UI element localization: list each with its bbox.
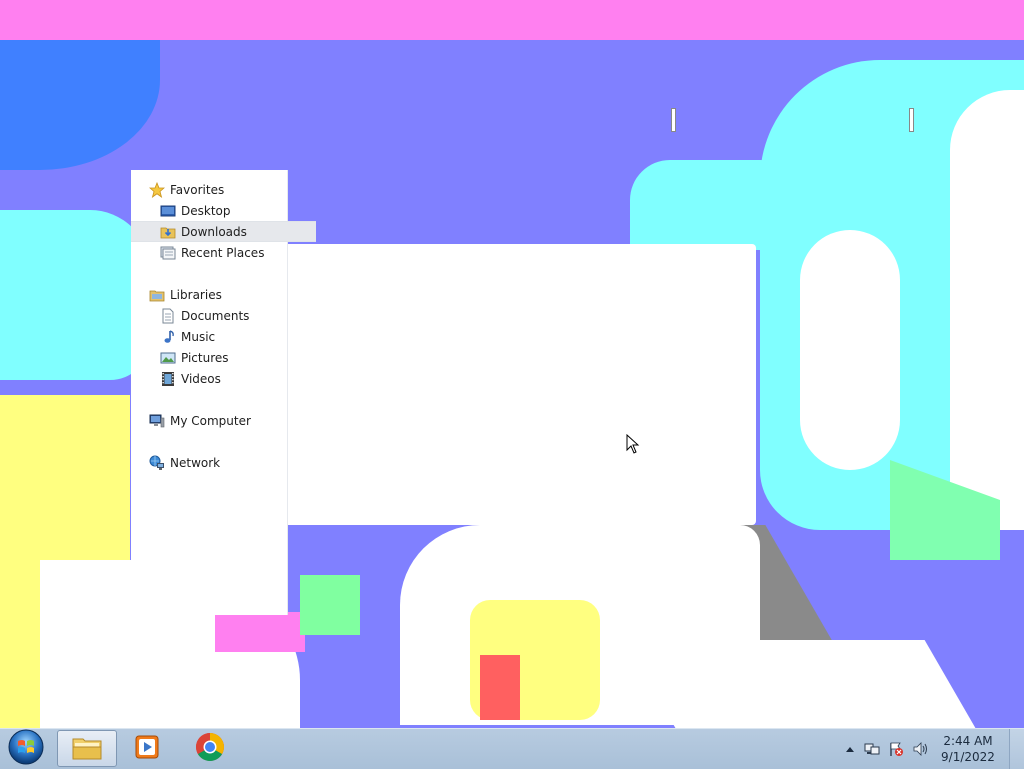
document-icon bbox=[160, 308, 176, 324]
wallpaper-shape bbox=[300, 575, 360, 635]
nav-item-pictures[interactable]: Pictures bbox=[131, 347, 316, 368]
explorer-navigation-pane[interactable]: Favorites Desktop Downloads Recent Place… bbox=[131, 170, 316, 615]
picture-icon bbox=[160, 350, 176, 366]
nav-label: Desktop bbox=[181, 203, 231, 218]
nav-label: Documents bbox=[181, 308, 250, 323]
show-desktop-button[interactable] bbox=[1009, 729, 1024, 769]
nav-item-music[interactable]: Music bbox=[131, 326, 316, 347]
desktop-wallpaper: Favorites Desktop Downloads Recent Place… bbox=[0, 0, 1024, 728]
mouse-pointer-icon bbox=[626, 433, 640, 454]
nav-item-downloads[interactable]: Downloads bbox=[131, 221, 316, 242]
volume-icon[interactable] bbox=[912, 741, 928, 757]
wallpaper-shape bbox=[215, 612, 305, 652]
computer-icon bbox=[149, 413, 165, 429]
nav-item-desktop[interactable]: Desktop bbox=[131, 200, 316, 221]
explorer-content-area[interactable] bbox=[288, 244, 756, 525]
nav-label: Music bbox=[181, 329, 216, 344]
star-icon bbox=[149, 181, 165, 198]
nav-label: Recent Places bbox=[181, 245, 265, 260]
nav-network[interactable]: Network bbox=[131, 452, 305, 473]
wallpaper-shape bbox=[950, 90, 1024, 530]
nav-favorites[interactable]: Favorites bbox=[131, 179, 305, 200]
taskbar: 2:44 AM 9/1/2022 bbox=[0, 728, 1024, 769]
taskbar-explorer-button[interactable] bbox=[57, 730, 117, 767]
nav-item-videos[interactable]: Videos bbox=[131, 368, 316, 389]
nav-label: My Computer bbox=[170, 413, 251, 428]
windows-orb-icon bbox=[8, 729, 44, 769]
nav-label: Downloads bbox=[181, 224, 247, 239]
nav-label: Pictures bbox=[181, 350, 229, 365]
wallpaper-shape bbox=[0, 0, 1024, 40]
taskbar-clock[interactable]: 2:44 AM 9/1/2022 bbox=[938, 733, 998, 765]
clock-date: 9/1/2022 bbox=[941, 750, 995, 764]
wallpaper-mark bbox=[909, 108, 914, 132]
wallpaper-shape bbox=[624, 640, 976, 728]
show-hidden-icons-arrow[interactable] bbox=[842, 741, 858, 757]
nav-item-recent-places[interactable]: Recent Places bbox=[131, 242, 316, 263]
libraries-icon bbox=[149, 287, 165, 303]
nav-label: Network bbox=[170, 455, 221, 470]
nav-label: Videos bbox=[181, 371, 221, 386]
wallpaper-shape bbox=[0, 210, 150, 380]
wallpaper-mark bbox=[671, 108, 676, 132]
network-icon bbox=[149, 455, 165, 471]
start-button[interactable] bbox=[6, 729, 46, 769]
network-tray-icon[interactable] bbox=[864, 741, 880, 757]
explorer-folder-icon bbox=[71, 733, 103, 765]
clock-time: 2:44 AM bbox=[943, 734, 993, 748]
downloads-folder-icon bbox=[160, 224, 176, 240]
nav-item-documents[interactable]: Documents bbox=[131, 305, 316, 326]
desktop-icon bbox=[160, 203, 176, 219]
taskbar-chrome-button[interactable] bbox=[180, 730, 240, 767]
chrome-icon bbox=[195, 732, 225, 766]
system-tray: 2:44 AM 9/1/2022 bbox=[840, 729, 1024, 769]
nav-label: Favorites bbox=[170, 182, 225, 197]
media-player-icon bbox=[133, 733, 161, 765]
wallpaper-shape bbox=[480, 655, 520, 720]
wallpaper-shape bbox=[0, 40, 160, 170]
music-note-icon bbox=[160, 329, 176, 345]
recent-places-icon bbox=[160, 245, 176, 261]
action-center-flag-icon[interactable] bbox=[888, 741, 904, 757]
film-icon bbox=[160, 371, 176, 387]
taskbar-media-player-button[interactable] bbox=[117, 730, 177, 767]
wallpaper-shape bbox=[800, 230, 900, 470]
nav-libraries[interactable]: Libraries bbox=[131, 284, 305, 305]
nav-label: Libraries bbox=[170, 287, 222, 302]
nav-my-computer[interactable]: My Computer bbox=[131, 410, 305, 431]
wallpaper-shape bbox=[630, 160, 810, 250]
